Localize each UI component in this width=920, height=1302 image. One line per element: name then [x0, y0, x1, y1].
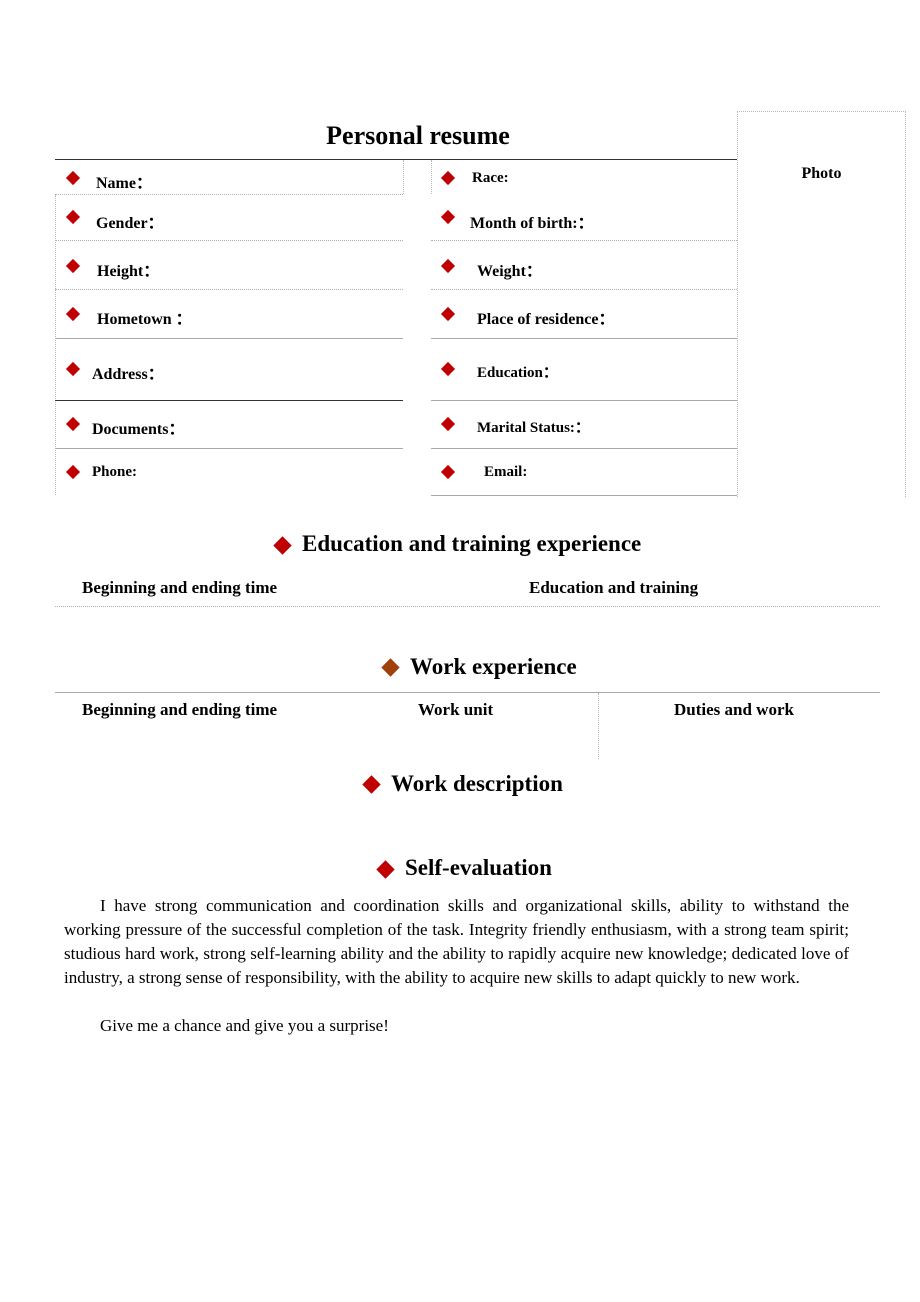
diamond-bullet-icon [65, 209, 81, 225]
grid-line [55, 240, 403, 241]
diamond-bullet-icon [362, 775, 381, 794]
work-col-time: Beginning and ending time [82, 700, 278, 719]
self-evaluation-closing: Give me a chance and give you a surprise… [100, 1016, 389, 1035]
grid-line [431, 448, 737, 449]
diamond-bullet-icon [65, 464, 81, 480]
grid-line [55, 194, 403, 195]
grid-line [431, 160, 432, 194]
work-col-unit: Work unit [418, 700, 494, 719]
grid-line [431, 338, 737, 339]
diamond-bullet-icon [65, 306, 81, 322]
diamond-bullet-icon [65, 258, 81, 274]
diamond-bullet-icon [440, 209, 456, 225]
education-title: Education and training experience [302, 531, 642, 556]
grid-line [431, 495, 737, 496]
page-title: Personal resume [326, 121, 510, 150]
work-description-title: Work description [391, 771, 563, 796]
grid-line [55, 400, 403, 401]
title-rule [55, 159, 737, 160]
diamond-bullet-icon [65, 170, 81, 186]
diamond-bullet-icon [381, 658, 400, 677]
diamond-bullet-icon [376, 860, 395, 879]
diamond-bullet-icon [440, 306, 456, 322]
grid-line [55, 448, 403, 449]
photo-label: Photo [801, 165, 842, 182]
education-col-time: Beginning and ending time [82, 578, 278, 597]
work-rule [55, 692, 880, 693]
grid-line [431, 400, 737, 401]
photo-box: Photo [737, 111, 906, 497]
diamond-bullet-icon [65, 416, 81, 432]
grid-line [431, 289, 737, 290]
self-evaluation-paragraph: I have strong communication and coordina… [64, 896, 849, 987]
diamond-bullet-icon [65, 361, 81, 377]
diamond-bullet-icon [273, 536, 292, 555]
diamond-bullet-icon [440, 464, 456, 480]
diamond-bullet-icon [440, 170, 456, 186]
grid-line [403, 160, 404, 194]
diamond-bullet-icon [440, 416, 456, 432]
grid-line [431, 240, 737, 241]
grid-line [55, 289, 403, 290]
diamond-bullet-icon [440, 361, 456, 377]
work-divider [598, 693, 599, 759]
education-col-training: Education and training [529, 578, 699, 597]
education-rule [55, 606, 880, 607]
work-col-duties: Duties and work [674, 700, 794, 719]
diamond-bullet-icon [440, 258, 456, 274]
grid-line [55, 338, 403, 339]
self-evaluation-title: Self-evaluation [405, 855, 552, 880]
work-title: Work experience [410, 654, 577, 679]
